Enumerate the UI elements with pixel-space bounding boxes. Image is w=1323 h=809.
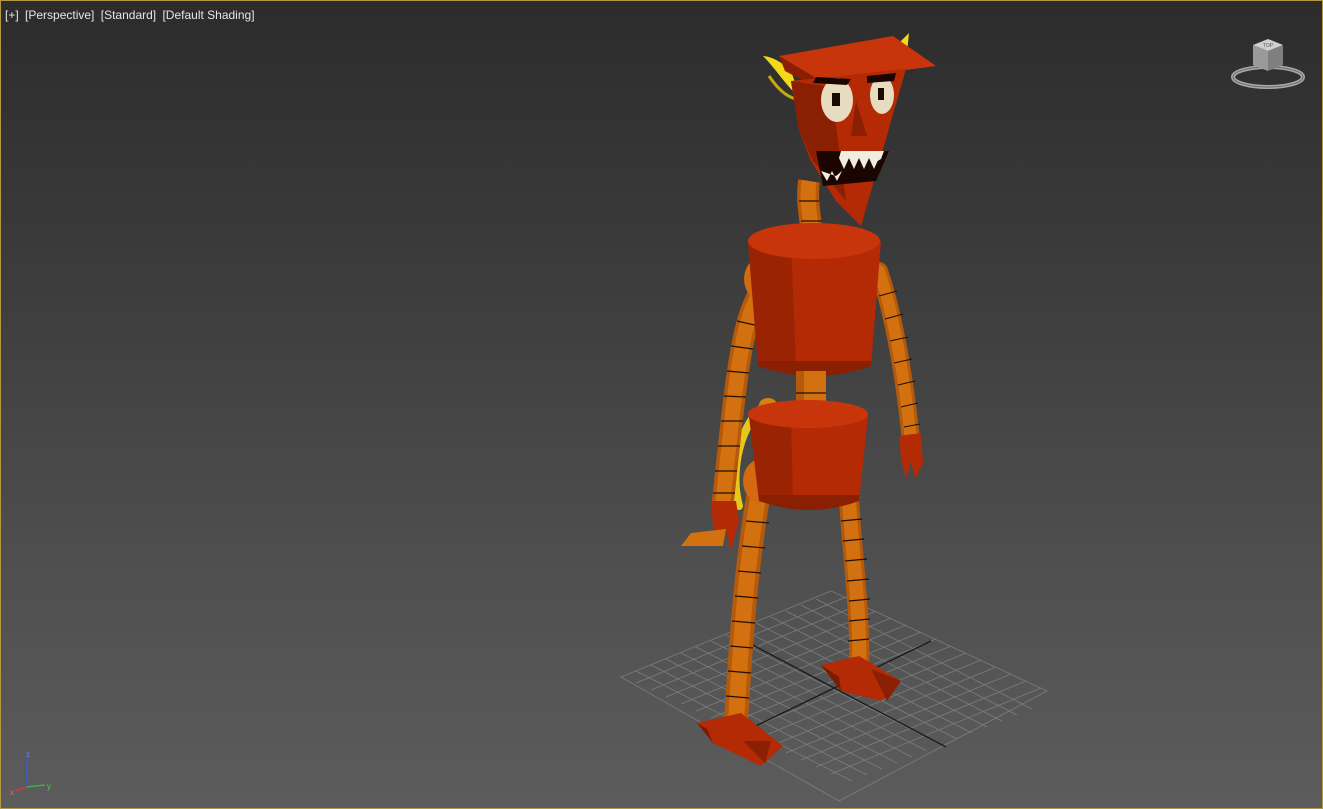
viewcube-icon[interactable]: TOP — [1229, 35, 1307, 95]
robot-head — [763, 33, 936, 226]
robot-upper-torso — [748, 223, 881, 376]
scene-render[interactable] — [1, 1, 1323, 809]
viewcube-face-label: TOP — [1263, 43, 1274, 49]
robot-lower-torso — [748, 400, 868, 510]
home-grid — [620, 590, 1048, 802]
axis-x-label: x — [10, 788, 14, 797]
robot-right-arm — [870, 262, 923, 479]
axis-y-label: y — [47, 782, 51, 791]
perspective-viewport[interactable]: [+] [Perspective] [Standard] [Default Sh… — [0, 0, 1323, 809]
axis-tripod-icon: z x y — [10, 750, 51, 797]
axis-z-label: z — [26, 750, 30, 759]
